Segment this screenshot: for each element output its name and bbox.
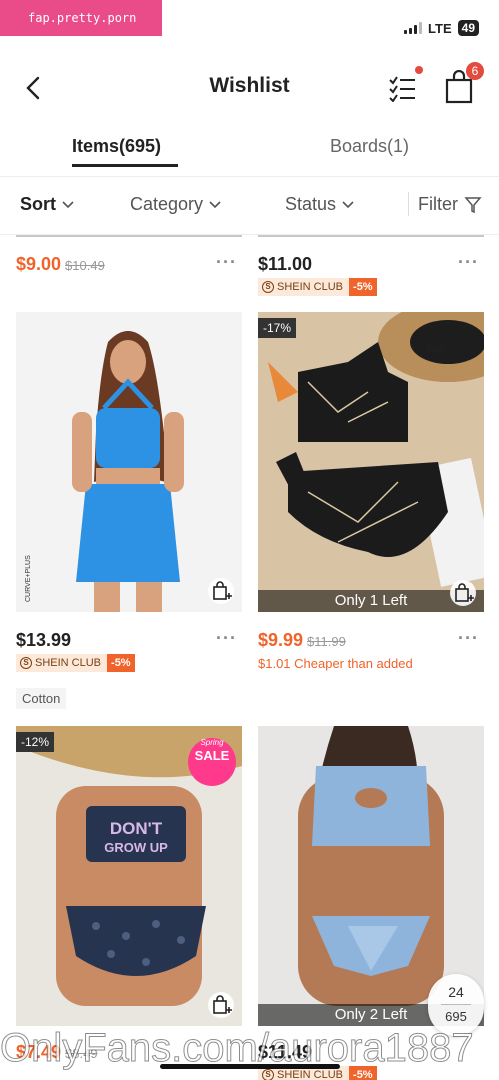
product-image: hoy xyxy=(258,312,484,612)
price-drop-note: $1.01 Cheaper than added xyxy=(258,656,413,671)
product-card[interactable]: DON'T GROW UP -12% Spring SALE xyxy=(16,726,242,1026)
club-discount: -5% xyxy=(349,278,377,296)
discount-badge: -12% xyxy=(16,732,55,752)
more-options-button[interactable]: ··· xyxy=(458,628,479,649)
checklist-icon[interactable] xyxy=(388,74,418,102)
status-dropdown[interactable]: Status xyxy=(285,194,354,215)
header: Wishlist 6 xyxy=(0,60,499,116)
spring-label: Spring xyxy=(200,738,224,747)
discount-badge: -17% xyxy=(258,318,297,338)
signal-icon xyxy=(404,22,423,34)
club-discount: -5% xyxy=(107,654,135,672)
filter-button[interactable]: Filter xyxy=(418,194,482,215)
price: $9.99 xyxy=(258,630,304,650)
svg-text:hoy: hoy xyxy=(426,340,445,355)
funnel-icon xyxy=(464,196,482,213)
price-row: $9.00 $10.49 xyxy=(16,254,105,275)
price: $11.00 xyxy=(258,254,313,274)
club-label: SHEIN CLUB xyxy=(35,657,102,669)
category-dropdown[interactable]: Category xyxy=(130,194,221,215)
tabs: Items(695) Boards(1) xyxy=(0,130,499,174)
club-label: SHEIN CLUB xyxy=(277,281,344,293)
status-bar: LTE 49 xyxy=(404,20,479,36)
product-card[interactable]: CURVE+PLUS xyxy=(16,312,242,612)
bag-count-badge: 6 xyxy=(466,62,484,80)
chevron-down-icon xyxy=(62,200,74,208)
price-row: $9.99 $11.99 xyxy=(258,630,346,651)
home-indicator[interactable] xyxy=(160,1064,340,1069)
swimsuit-print-line1: DON'T xyxy=(110,819,163,838)
filter-bar: Sort Category Status Filter xyxy=(0,186,499,226)
divider xyxy=(0,176,499,177)
sale-label: SALE xyxy=(194,748,230,763)
product-image[interactable] xyxy=(258,235,484,237)
spring-sale-badge: Spring SALE xyxy=(188,738,236,786)
sort-dropdown[interactable]: Sort xyxy=(20,194,74,215)
tab-items[interactable]: Items(695) xyxy=(72,136,161,157)
watermark-top: fap.pretty.porn xyxy=(0,0,162,36)
current-position: 24 xyxy=(448,984,464,1000)
sort-label: Sort xyxy=(20,194,56,214)
club-logo-icon: S xyxy=(20,657,32,669)
club-logo-icon: S xyxy=(262,281,274,293)
total-count: 695 xyxy=(445,1009,467,1024)
divider xyxy=(408,192,409,216)
page-title: Wishlist xyxy=(209,74,290,97)
product-card[interactable]: hoy -17% Only 1 Left xyxy=(258,312,484,612)
more-options-button[interactable]: ··· xyxy=(216,628,237,649)
notification-dot xyxy=(415,66,423,74)
status-label: Status xyxy=(285,194,337,214)
product-image[interactable] xyxy=(16,235,242,237)
battery-icon: 49 xyxy=(457,20,479,36)
curve-plus-mark: CURVE+PLUS xyxy=(25,555,32,602)
chevron-down-icon xyxy=(209,200,221,208)
chevron-down-icon xyxy=(342,200,354,208)
add-to-bag-icon[interactable] xyxy=(208,992,234,1018)
price-row: $13.99 xyxy=(16,630,71,651)
price: $13.99 xyxy=(16,630,72,650)
old-price: $11.99 xyxy=(307,634,346,649)
add-to-bag-icon[interactable] xyxy=(208,578,234,604)
price-row: $11.00 xyxy=(258,254,312,275)
shein-club-badge: S SHEIN CLUB -5% xyxy=(16,654,135,672)
more-options-button[interactable]: ··· xyxy=(216,252,237,273)
more-options-button[interactable]: ··· xyxy=(458,252,479,273)
divider xyxy=(441,1004,471,1005)
shein-club-badge: S SHEIN CLUB -5% xyxy=(258,278,377,296)
old-price: $10.49 xyxy=(65,258,105,273)
network-label: LTE xyxy=(428,20,452,36)
active-tab-indicator xyxy=(72,164,178,167)
add-to-bag-icon[interactable] xyxy=(450,580,476,606)
filter-label: Filter xyxy=(418,194,458,214)
product-image: CURVE+PLUS xyxy=(16,312,242,612)
tab-boards[interactable]: Boards(1) xyxy=(330,136,409,157)
swimsuit-print-line2: GROW UP xyxy=(104,840,168,855)
attribute-tag: Cotton xyxy=(16,688,67,709)
category-label: Category xyxy=(130,194,204,214)
price: $9.00 xyxy=(16,254,62,274)
